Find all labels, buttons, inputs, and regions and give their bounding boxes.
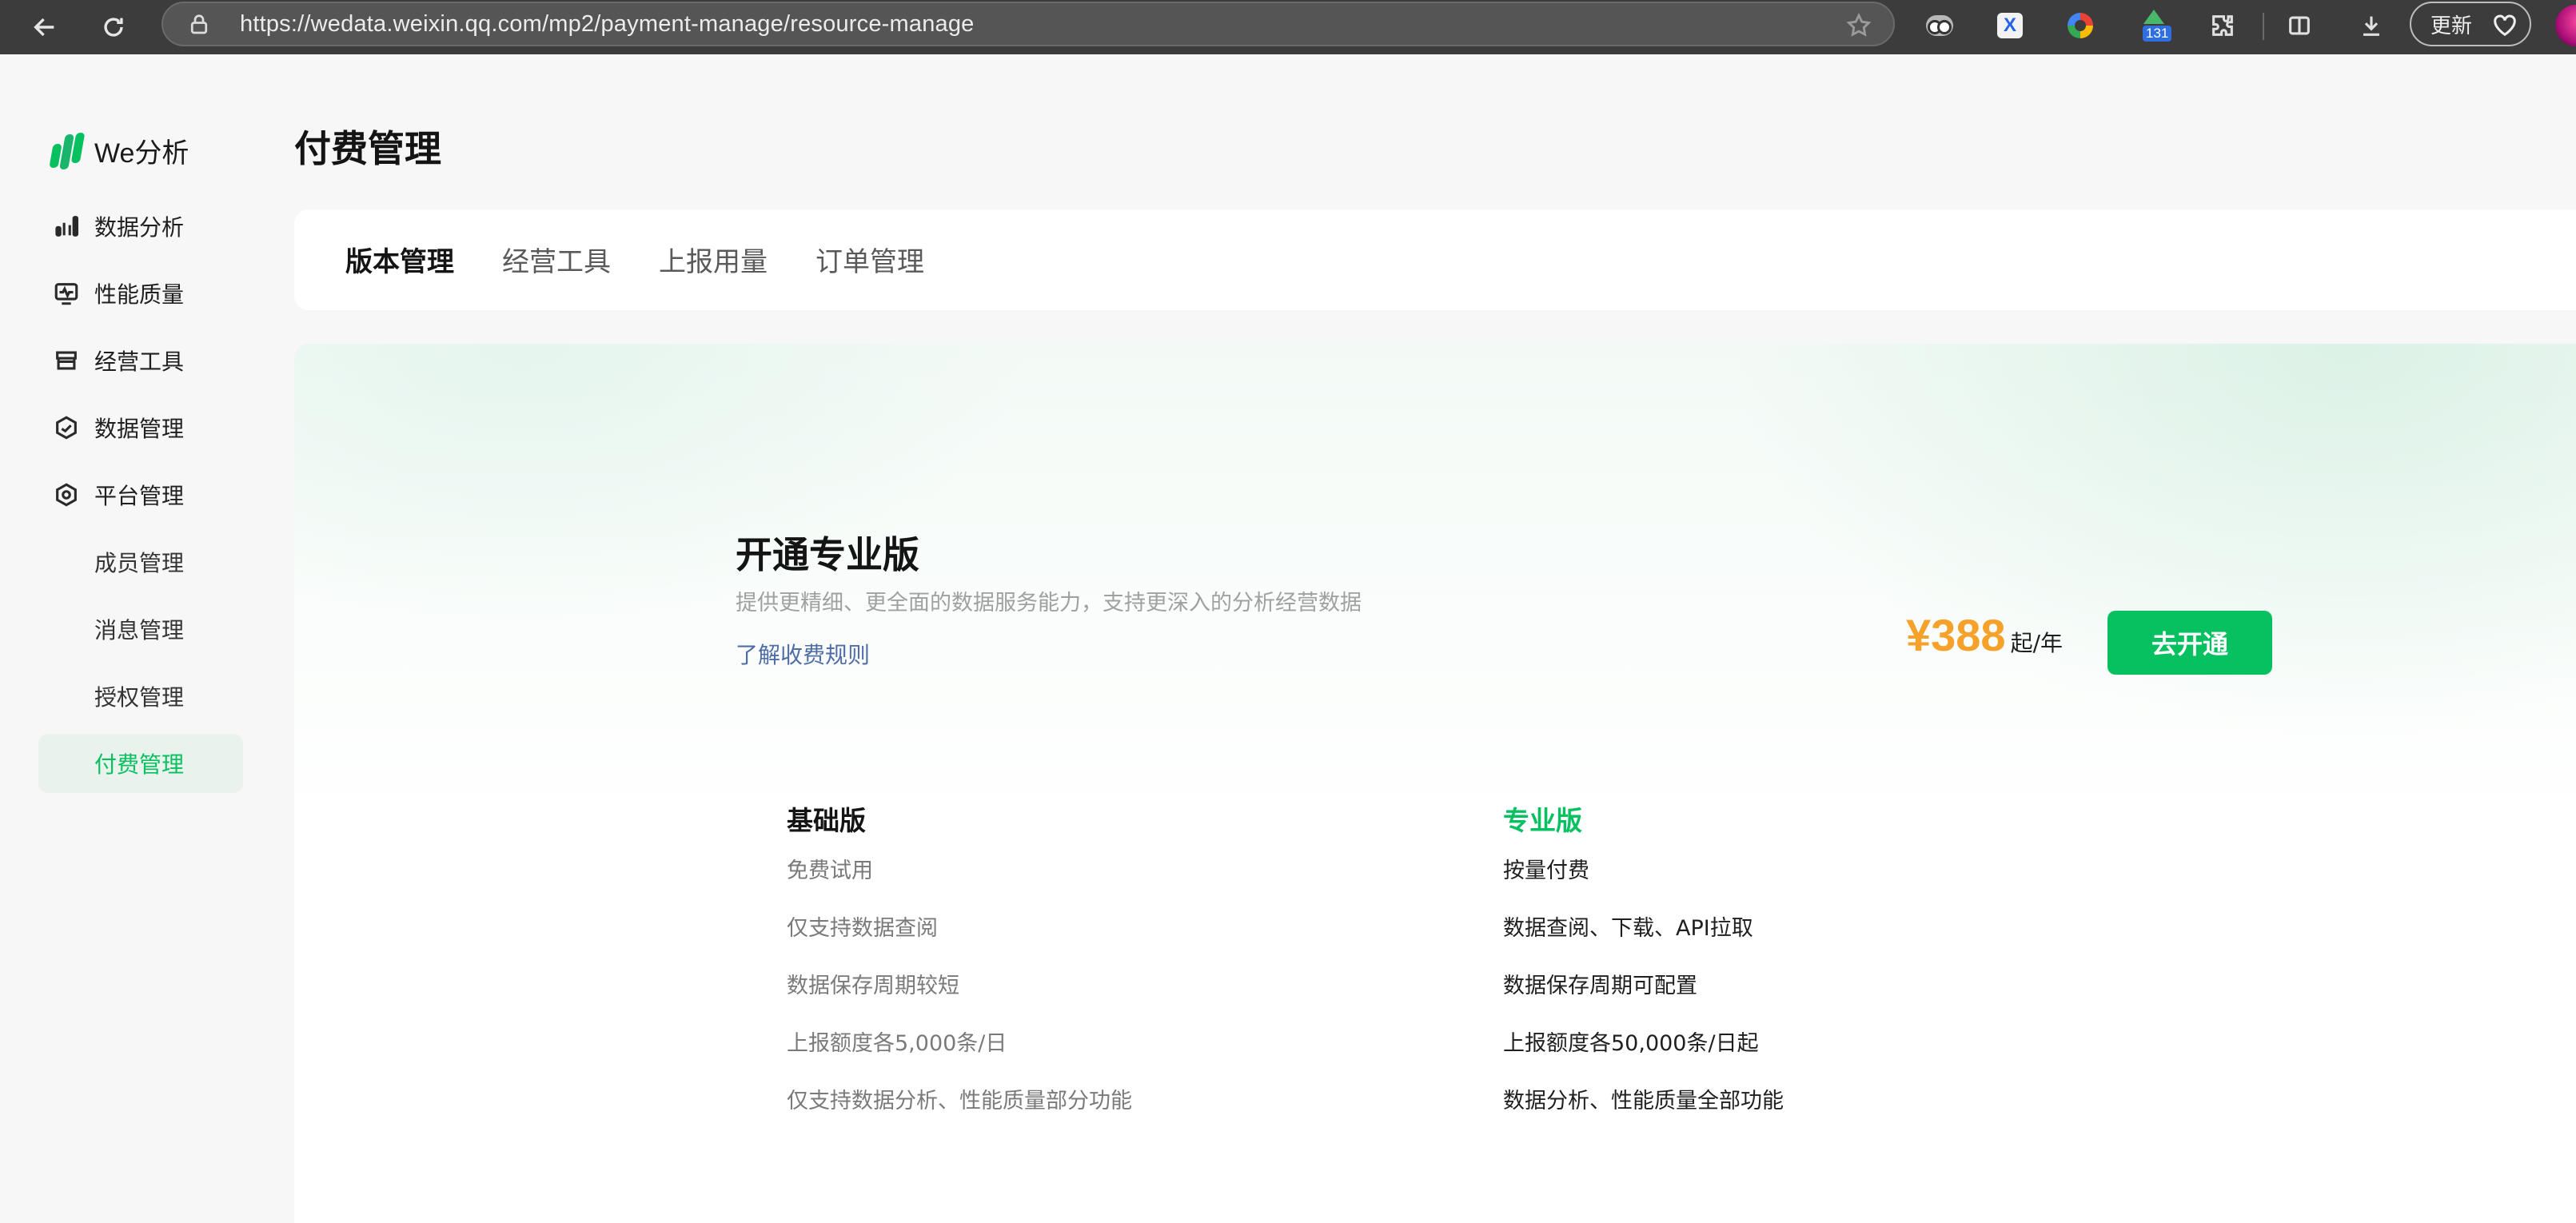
store-icon [53, 347, 80, 374]
tab-report-usage[interactable]: 上报用量 [659, 240, 768, 279]
pro-feature: 数据查阅、下载、API拉取 [1503, 916, 1753, 941]
basic-plan-title: 基础版 [787, 805, 866, 836]
star-icon[interactable] [1845, 12, 1872, 39]
sidebar-item-members[interactable]: 成员管理 [38, 532, 243, 592]
back-icon[interactable] [22, 5, 67, 50]
browser-toolbar: https://wedata.weixin.qq.com/mp2/payment… [0, 0, 2576, 54]
sidebar-item-label: 数据分析 [94, 214, 185, 241]
page-title: 付费管理 [294, 127, 441, 170]
app-logo[interactable]: We分析 [49, 131, 189, 170]
sidebar: We分析 数据分析 性能质量 经营工具 数据管理 平台管理 成员管理 消息管理 … [0, 54, 256, 1223]
basic-plan-column: 基础版 免费试用 仅支持数据查阅 数据保存周期较短 上报额度各5,000条/日 … [787, 799, 1426, 1143]
update-label: 更新 [2430, 14, 2473, 38]
sidebar-item-label: 成员管理 [94, 550, 185, 576]
sidebar-item-performance[interactable]: 性能质量 [38, 264, 243, 323]
logo-text: We分析 [94, 138, 189, 169]
lock-icon[interactable] [187, 13, 211, 37]
sidebar-item-business-tools[interactable]: 经营工具 [38, 331, 243, 390]
tab-version-management[interactable]: 版本管理 [345, 240, 454, 279]
pro-feature: 上报额度各50,000条/日起 [1503, 1031, 1759, 1056]
puzzle-icon[interactable] [2205, 8, 2240, 43]
sidebar-item-platform-management[interactable]: 平台管理 [38, 465, 243, 524]
url-text[interactable]: https://wedata.weixin.qq.com/mp2/payment… [240, 11, 975, 38]
sidebar-item-label: 数据管理 [94, 416, 185, 442]
owl-extension-icon[interactable] [1922, 8, 1957, 43]
profile-avatar[interactable] [2555, 5, 2576, 46]
tab-bar: 版本管理 经营工具 上报用量 订单管理 [294, 209, 2576, 310]
pro-title: 开通专业版 [736, 533, 919, 576]
heart-icon [2491, 13, 2518, 37]
hexagon-chart-icon [53, 414, 80, 441]
version-content-card: 开通专业版 提供更精细、更全面的数据服务能力，支持更深入的分析经营数据 了解收费… [294, 344, 2576, 1223]
monitor-pulse-icon [53, 280, 80, 307]
pro-feature: 按量付费 [1503, 858, 1589, 883]
sidebar-item-label: 授权管理 [94, 684, 185, 711]
sidebar-item-label: 经营工具 [94, 349, 185, 375]
open-pro-button[interactable]: 去开通 [2107, 611, 2272, 675]
refresh-icon[interactable] [91, 5, 136, 50]
toolbar-divider [2263, 13, 2264, 40]
sidebar-item-data-analysis[interactable]: 数据分析 [38, 197, 243, 256]
basic-feature: 仅支持数据查阅 [787, 916, 938, 941]
pricing-rules-link[interactable]: 了解收费规则 [736, 638, 870, 670]
sidebar-item-messages[interactable]: 消息管理 [38, 600, 243, 659]
upload-extension-icon[interactable]: 131 [2136, 8, 2172, 43]
price-amount: ¥388 [1906, 610, 2006, 660]
split-view-icon[interactable] [2282, 8, 2317, 43]
price-display: ¥388 起/年 [1906, 609, 2063, 661]
basic-feature: 免费试用 [787, 858, 873, 883]
basic-feature: 上报额度各5,000条/日 [787, 1031, 1007, 1056]
pro-plan-column: 专业版 按量付费 数据查阅、下载、API拉取 数据保存周期可配置 上报额度各50… [1503, 799, 2143, 1143]
download-icon[interactable] [2354, 8, 2389, 43]
address-bar[interactable]: https://wedata.weixin.qq.com/mp2/payment… [161, 2, 1895, 46]
sidebar-item-data-management[interactable]: 数据管理 [38, 398, 243, 457]
x-extension-icon[interactable]: X [1992, 8, 2028, 43]
price-unit: 起/年 [2010, 630, 2064, 656]
tab-order-management[interactable]: 订单管理 [815, 240, 924, 279]
pro-feature: 数据分析、性能质量全部功能 [1503, 1089, 1784, 1113]
pro-feature: 数据保存周期可配置 [1503, 974, 1697, 998]
sidebar-item-label: 消息管理 [94, 617, 185, 643]
basic-feature: 仅支持数据分析、性能质量部分功能 [787, 1089, 1132, 1113]
pro-description: 提供更精细、更全面的数据服务能力，支持更深入的分析经营数据 [736, 591, 1362, 615]
pro-plan-title: 专业版 [1503, 805, 1582, 836]
sidebar-nav: 数据分析 性能质量 经营工具 数据管理 平台管理 成员管理 消息管理 授权管理 … [38, 197, 243, 801]
update-button[interactable]: 更新 [2410, 2, 2531, 46]
we-analysis-logo-icon [49, 132, 86, 169]
sidebar-item-authorization[interactable]: 授权管理 [38, 667, 243, 726]
color-extension-icon[interactable] [2063, 8, 2098, 43]
bar-chart-icon [53, 213, 80, 240]
sidebar-item-label: 付费管理 [94, 751, 185, 778]
hexagon-gear-icon [53, 481, 80, 508]
sidebar-item-label: 平台管理 [94, 483, 185, 509]
sidebar-item-payment[interactable]: 付费管理 [38, 734, 243, 793]
sidebar-item-label: 性能质量 [94, 281, 185, 308]
extension-badge: 131 [2143, 26, 2172, 42]
tab-business-tools[interactable]: 经营工具 [502, 240, 611, 279]
basic-feature: 数据保存周期较短 [787, 974, 959, 998]
